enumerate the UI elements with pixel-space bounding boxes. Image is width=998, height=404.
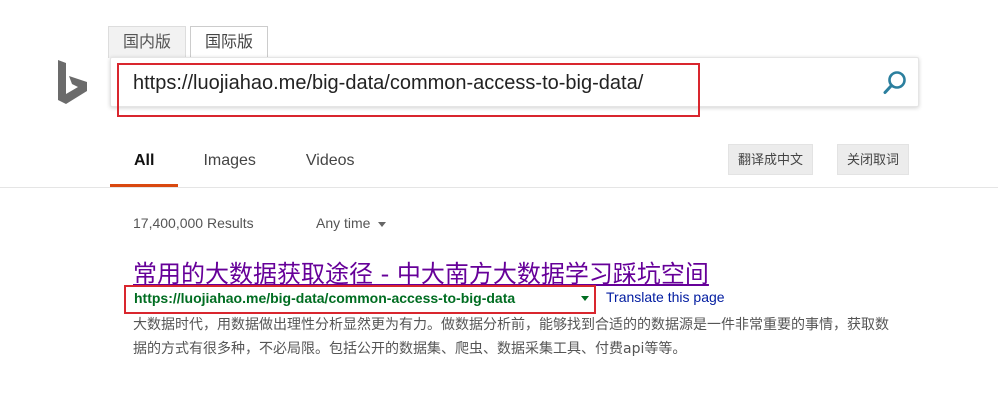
- market-tabs: 国内版 国际版: [108, 26, 269, 58]
- url-options-caret-icon[interactable]: [581, 296, 589, 301]
- translate-to-chinese-button[interactable]: 翻译成中文: [728, 144, 814, 175]
- time-filter-dropdown[interactable]: Any time: [316, 215, 387, 231]
- tab-images[interactable]: Images: [178, 140, 280, 186]
- result-title-link[interactable]: 常用的大数据获取途径 - 中大南方大数据学习踩坑空间: [133, 254, 709, 289]
- bing-logo-icon[interactable]: [54, 58, 94, 108]
- results-count: 17,400,000 Results: [133, 215, 254, 231]
- divider: [0, 187, 998, 188]
- search-input[interactable]: [133, 68, 853, 98]
- tab-all[interactable]: All: [110, 140, 179, 187]
- search-icon[interactable]: [880, 68, 910, 98]
- result-url: https://luojiahao.me/big-data/common-acc…: [134, 290, 516, 306]
- time-filter-label: Any time: [316, 215, 371, 231]
- chevron-down-icon: [378, 221, 387, 227]
- tab-videos[interactable]: Videos: [281, 140, 380, 186]
- tab-international[interactable]: 国际版: [190, 26, 269, 58]
- scope-nav: All Images Videos: [110, 140, 380, 188]
- close-word-lookup-button[interactable]: 关闭取词: [837, 144, 910, 175]
- tab-domestic[interactable]: 国内版: [108, 26, 187, 58]
- translate-page-link[interactable]: Translate this page: [606, 289, 725, 305]
- search-box: [110, 57, 919, 107]
- result-snippet: 大数据时代，用数据做出理性分析显然更为有力。做数据分析前，能够找到合适的的数据源…: [133, 317, 889, 357]
